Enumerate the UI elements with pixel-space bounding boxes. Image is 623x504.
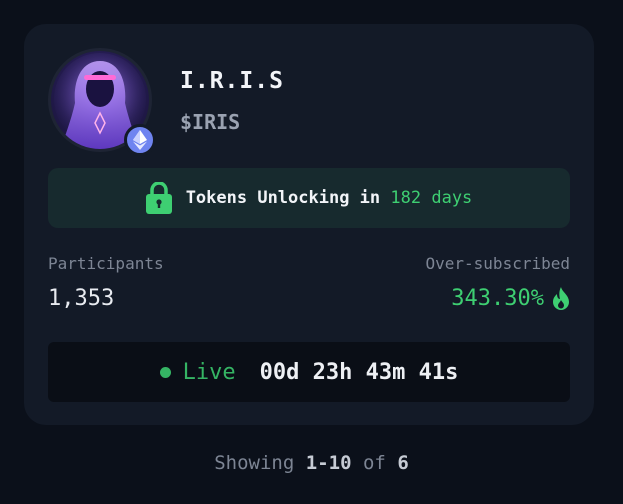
pagination-summary: Showing 1-10 of 6	[0, 452, 623, 474]
live-label: Live	[182, 359, 236, 385]
ethereum-icon	[133, 130, 147, 150]
unlock-text: Tokens Unlocking in 182 days	[186, 188, 473, 208]
participants-label: Participants	[48, 254, 164, 273]
ethereum-chain-badge	[124, 124, 156, 156]
oversubscribed-label: Over-subscribed	[425, 254, 571, 273]
flame-icon	[553, 286, 569, 310]
token-ticker: $IRIS	[180, 110, 241, 134]
pagination-range: 1-10	[305, 452, 352, 474]
lock-icon	[145, 182, 172, 214]
live-dot-icon	[159, 366, 171, 378]
unlock-banner: Tokens Unlocking in 182 days	[48, 168, 570, 228]
token-sale-card[interactable]: I.R.I.S $IRIS Tokens Unlocking in 182 da…	[24, 24, 594, 425]
oversubscribed-stat: 343.30%	[451, 286, 570, 311]
countdown-timer: 00d 23h 43m 41s	[259, 359, 459, 385]
unlock-prefix: Tokens Unlocking in	[185, 188, 381, 208]
live-status-bar: Live 00d 23h 43m 41s	[48, 342, 570, 402]
token-name: I.R.I.S	[180, 68, 284, 94]
pagination-of-label: of	[362, 452, 386, 474]
participants-value: 1,353	[48, 286, 115, 311]
unlock-days: 182 days	[390, 188, 473, 208]
oversubscribed-value: 343.30%	[451, 286, 544, 311]
pagination-total: 6	[397, 452, 409, 474]
pagination-showing-label: Showing	[214, 452, 295, 474]
